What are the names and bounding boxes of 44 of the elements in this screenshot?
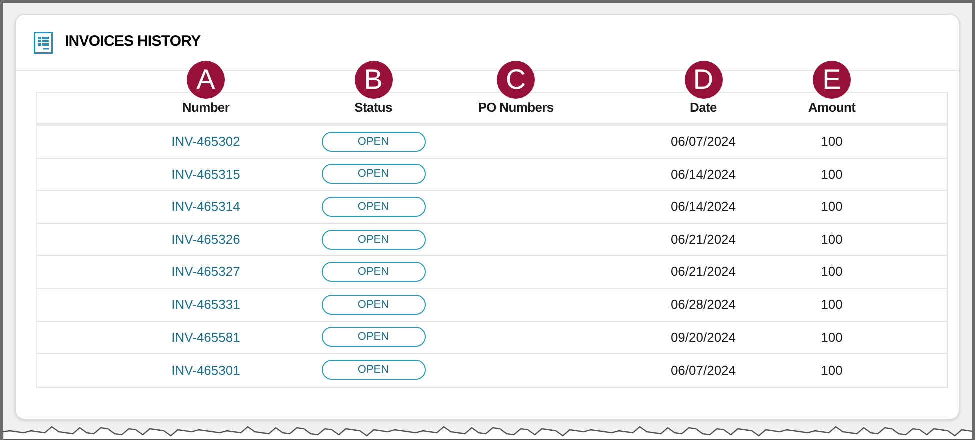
table-cell-text: 06/21/2024 [670, 263, 736, 282]
column-header: Number [182, 99, 230, 118]
table-cell-text: 100 [821, 230, 843, 249]
status-badge: OPEN [322, 294, 426, 315]
invoice-link[interactable]: INV-465315 [172, 164, 240, 184]
table-cell-text: 09/20/2024 [670, 328, 736, 347]
invoice-link[interactable]: INV-465314 [172, 197, 240, 217]
status-badge: OPEN [322, 132, 426, 152]
table-cell-text: 06/14/2024 [670, 166, 736, 184]
status-badge: OPEN [322, 196, 426, 217]
invoice-link[interactable]: INV-465326 [172, 230, 240, 250]
table-cell-text: 06/07/2024 [670, 362, 736, 380]
table-cell-text: 100 [821, 296, 843, 314]
table-cell-text: 100 [821, 328, 843, 347]
panel-title: INVOICES HISTORY [65, 32, 201, 52]
invoice-link[interactable]: INV-465302 [172, 132, 240, 152]
table-cell-text: 06/28/2024 [670, 296, 736, 314]
table-cell-text: 100 [821, 362, 843, 380]
status-badge: OPEN [322, 164, 426, 184]
status-badge: OPEN [322, 360, 426, 380]
column-header: Status [354, 99, 392, 118]
status-badge: OPEN [322, 230, 426, 250]
status-badge: OPEN [322, 327, 426, 348]
callout-marker: B [354, 61, 392, 100]
table-cell-text: 06/07/2024 [670, 133, 736, 152]
callout-marker: A [187, 61, 225, 100]
table-cell-text: 100 [821, 263, 843, 282]
invoice-link[interactable]: INV-465327 [172, 262, 240, 282]
callout-marker: D [684, 61, 722, 100]
callout-marker: E [813, 61, 851, 100]
column-header: Date [690, 99, 717, 118]
table-cell-text: 06/14/2024 [670, 198, 736, 216]
invoice-link[interactable]: INV-465301 [172, 360, 240, 380]
status-badge: OPEN [322, 262, 426, 282]
invoice-link[interactable]: INV-465581 [172, 328, 240, 348]
table-cell-text: 100 [821, 166, 843, 184]
table-cell-text: 06/21/2024 [670, 230, 736, 249]
callout-marker: C [497, 61, 535, 100]
column-header: PO Numbers [478, 99, 554, 118]
table-cell-text: 100 [821, 198, 843, 216]
table-document-icon [34, 32, 53, 54]
invoice-link[interactable]: INV-465331 [172, 295, 240, 315]
table-cell-text: 100 [821, 133, 843, 152]
column-header: Amount [808, 99, 856, 118]
